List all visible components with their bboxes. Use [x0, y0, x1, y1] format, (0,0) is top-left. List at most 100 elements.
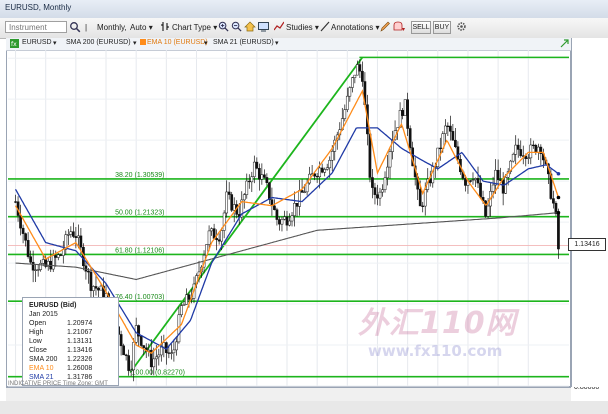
candle-body — [323, 169, 327, 173]
candle-body — [526, 157, 530, 159]
chart-type-dropdown[interactable]: Chart Type ▾ — [172, 21, 217, 34]
fib-level-label: 76.40 (1.00703) — [115, 294, 164, 301]
price-axis — [571, 38, 608, 387]
sma200-legend[interactable]: SMA 200 (EURUSD) — [66, 39, 131, 46]
ema10-end-dot — [556, 195, 561, 200]
candle-body — [142, 345, 146, 349]
info-key: Close — [29, 347, 47, 354]
sma21-legend[interactable]: SMA 21 (EURUSD) — [213, 39, 274, 46]
candle-body — [474, 178, 477, 180]
instrument-input[interactable] — [5, 21, 67, 33]
chevron-down-icon[interactable]: ▾ — [53, 39, 57, 47]
annotations-dropdown[interactable]: Annotations ▾ — [331, 21, 380, 34]
candle-body — [170, 352, 173, 354]
chevron-down-icon[interactable]: ▾ — [275, 39, 279, 47]
pan-icon[interactable] — [244, 21, 256, 34]
info-row-low: Low 1.13131 — [29, 337, 115, 346]
current-price-label: 1.13416 — [568, 238, 606, 251]
settings-icon[interactable] — [456, 21, 467, 34]
candle-body — [531, 144, 535, 147]
watermark-logo: 外汇110网 — [358, 306, 517, 341]
chart-type-icon[interactable] — [160, 21, 170, 34]
candle-body — [242, 194, 246, 201]
candle-body — [388, 151, 392, 168]
candle-body — [554, 202, 558, 214]
candle-body — [443, 125, 447, 134]
screen-icon[interactable] — [258, 21, 269, 34]
candle-body — [71, 231, 75, 237]
candle-body — [77, 235, 80, 238]
ema10-color-swatch — [140, 39, 146, 47]
info-date: Jan 2015 — [29, 311, 58, 318]
info-row-ema-10: EMA 10 1.26008 — [29, 364, 115, 373]
candle-body — [368, 133, 372, 178]
chevron-down-icon[interactable]: ▾ — [133, 39, 137, 47]
candle-body — [476, 178, 480, 184]
draw-pencil-icon[interactable] — [380, 21, 390, 34]
expand-arrow-icon[interactable] — [560, 39, 569, 50]
ema10-legend[interactable]: EMA 10 (EURUSD) — [147, 39, 208, 46]
candle-body — [152, 358, 156, 368]
candle-body — [449, 125, 452, 132]
annotations-icon[interactable] — [320, 21, 330, 34]
candle-body — [134, 325, 138, 343]
svg-text:▾: ▾ — [402, 26, 405, 32]
auto-label: Auto — [130, 23, 147, 32]
candle-body — [159, 346, 163, 356]
candle-body — [97, 288, 100, 291]
fib-level-label: 38.20 (1.30539) — [115, 172, 164, 179]
zoom-in-icon[interactable] — [218, 21, 229, 34]
candle-body — [451, 131, 455, 141]
candle-body — [36, 269, 40, 271]
info-key: High — [29, 329, 44, 336]
candle-body — [157, 354, 161, 358]
magnifier-icon[interactable] — [69, 21, 81, 34]
candle-body — [278, 219, 281, 225]
studies-dropdown[interactable]: Studies ▾ — [286, 21, 319, 34]
candle-body — [280, 219, 284, 225]
candle-body — [378, 191, 382, 199]
studies-icon[interactable] — [273, 21, 285, 34]
candle-body — [175, 341, 178, 351]
candle-body — [250, 176, 254, 183]
chevron-down-icon[interactable]: ▾ — [204, 39, 208, 47]
candle-body — [59, 254, 63, 256]
info-value: 1.21067 — [67, 329, 93, 336]
candle-body — [92, 286, 95, 291]
symbol-label[interactable]: EURUSD — [22, 39, 52, 46]
candle-body — [212, 228, 216, 239]
info-value: 1.22326 — [67, 356, 93, 363]
info-key: Open — [29, 320, 47, 327]
candle-body — [418, 188, 422, 207]
candle-body — [285, 216, 289, 226]
candle-body — [19, 215, 22, 229]
candle-body — [217, 239, 221, 242]
candle-body — [406, 99, 409, 129]
candle-body — [423, 189, 427, 207]
candle-body — [215, 238, 218, 240]
candle-body — [24, 233, 27, 241]
auto-dropdown[interactable]: Auto ▾ — [130, 21, 153, 34]
info-value: 1.20974 — [67, 320, 93, 327]
candle-body — [26, 240, 30, 257]
candle-body — [421, 205, 425, 207]
candle-body — [172, 349, 176, 354]
candle-body — [403, 99, 407, 116]
sma21-end-dot — [556, 171, 561, 176]
candle-body — [290, 215, 294, 222]
chart-type-label: Chart Type — [172, 23, 211, 32]
candle-body — [79, 235, 83, 248]
candle-body — [516, 144, 520, 150]
sell-button[interactable]: SELL — [411, 21, 431, 34]
info-value: 1.26008 — [67, 365, 93, 372]
candle-body — [345, 95, 349, 110]
zoom-out-icon[interactable] — [231, 21, 242, 34]
candle-body — [122, 345, 125, 356]
candle-body — [54, 255, 58, 258]
candle-body — [41, 259, 45, 264]
buy-button[interactable]: BUY — [433, 21, 451, 34]
alert-icon[interactable]: ▾ — [392, 21, 406, 34]
period-dropdown[interactable]: Monthly, — [97, 21, 127, 34]
candle-body — [383, 177, 387, 190]
info-title: EURUSD (Bid) — [29, 302, 77, 309]
